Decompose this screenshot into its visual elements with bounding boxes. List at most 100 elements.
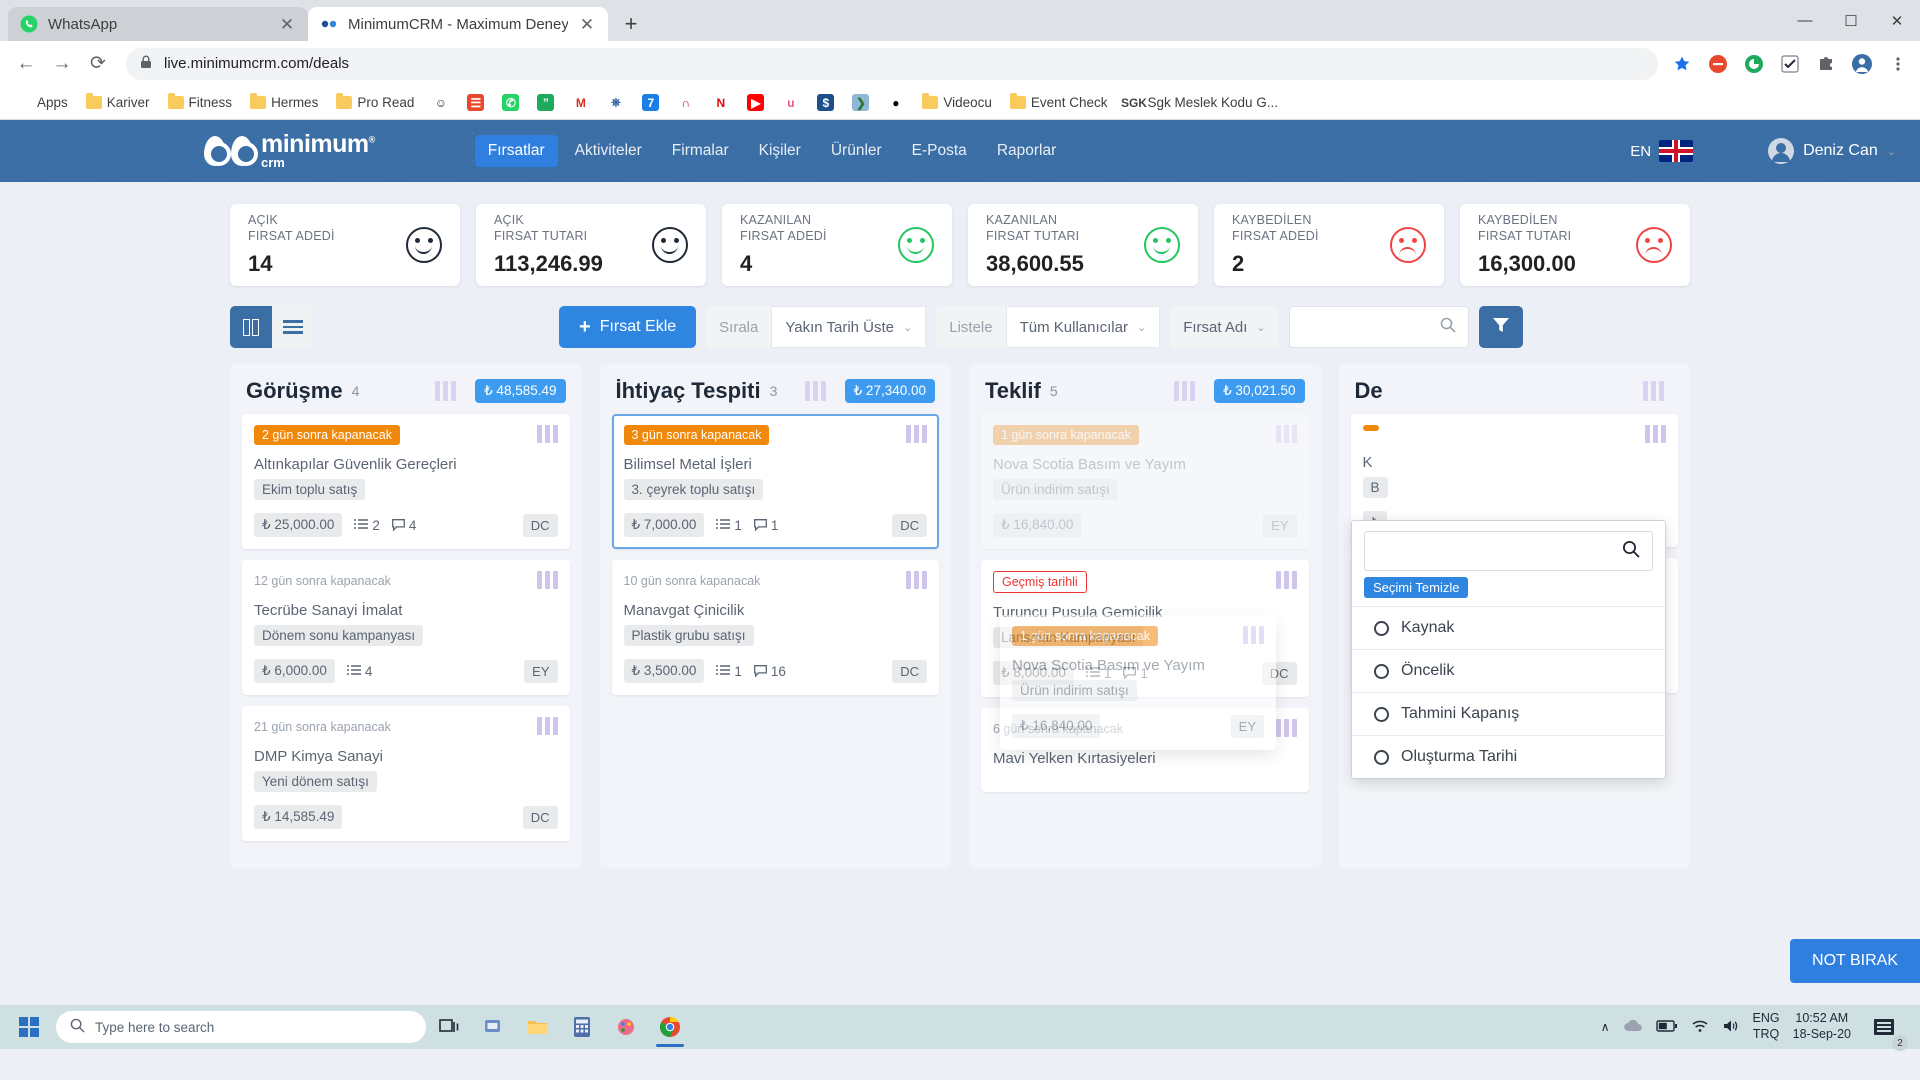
volume-icon[interactable] bbox=[1722, 1019, 1740, 1036]
bookmark-item[interactable]: Fitness bbox=[161, 92, 240, 113]
bookmark-item[interactable]: M bbox=[565, 91, 596, 114]
column-drag-handle-icon[interactable] bbox=[1174, 381, 1196, 401]
battery-icon[interactable] bbox=[1655, 1019, 1678, 1035]
notifications-button[interactable]: 2 bbox=[1864, 1007, 1908, 1051]
browser-tab-whatsapp[interactable]: WhatsApp ✕ bbox=[8, 7, 308, 41]
radio-icon[interactable] bbox=[1374, 749, 1389, 765]
column-drag-handle-icon[interactable] bbox=[804, 381, 826, 401]
bookmark-item[interactable]: u bbox=[775, 91, 806, 114]
add-deal-button[interactable]: + Fırsat Ekle bbox=[559, 306, 697, 348]
bookmark-item[interactable]: N bbox=[705, 91, 736, 114]
bookmark-item[interactable]: ✆ bbox=[495, 91, 526, 114]
list-control[interactable]: Listele Tüm Kullanıcılar ⌄ bbox=[936, 306, 1161, 348]
radio-icon[interactable] bbox=[1374, 706, 1389, 722]
drag-handle-icon[interactable] bbox=[906, 425, 927, 443]
user-menu[interactable]: Deniz Can ⌄ bbox=[1768, 138, 1896, 164]
wifi-icon[interactable] bbox=[1691, 1019, 1709, 1036]
field-value[interactable]: Fırsat Adı ⌄ bbox=[1170, 306, 1279, 348]
column-drag-handle-icon[interactable] bbox=[435, 381, 457, 401]
drag-handle-icon[interactable] bbox=[1243, 626, 1264, 644]
drag-handle-icon[interactable] bbox=[536, 717, 558, 735]
drag-handle-icon[interactable] bbox=[1645, 425, 1666, 443]
nav-item-4[interactable]: Ürünler bbox=[818, 135, 895, 167]
task-view-icon[interactable] bbox=[430, 1007, 470, 1047]
nav-item-0[interactable]: Fırsatlar bbox=[474, 135, 558, 167]
bookmark-item[interactable]: Kariver bbox=[79, 92, 157, 113]
crm-logo[interactable]: minimum® crm bbox=[204, 131, 375, 169]
bookmark-item[interactable]: ☰ bbox=[460, 91, 491, 114]
menu-icon[interactable] bbox=[1886, 52, 1910, 76]
bookmark-item[interactable]: 7 bbox=[635, 91, 666, 114]
radio-icon[interactable] bbox=[1374, 663, 1389, 679]
extension-green-icon[interactable] bbox=[1742, 52, 1766, 76]
drag-handle-icon[interactable] bbox=[1275, 425, 1297, 443]
drag-handle-icon[interactable] bbox=[906, 571, 927, 589]
deal-card[interactable]: 2 gün sonra kapanacak Altınkapılar Güvenl… bbox=[242, 414, 570, 549]
bookmark-item[interactable]: Pro Read bbox=[329, 92, 421, 113]
profile-icon[interactable] bbox=[1850, 52, 1874, 76]
language-selector[interactable]: EN bbox=[1630, 140, 1694, 162]
teams-icon[interactable] bbox=[474, 1007, 514, 1047]
list-view-button[interactable] bbox=[272, 306, 314, 348]
chrome-icon[interactable] bbox=[650, 1007, 690, 1047]
dragging-deal-card[interactable]: 1 gün sonra kapanacak Nova Scotia Basım … bbox=[1000, 615, 1276, 750]
bookmark-item[interactable]: ⎈ bbox=[600, 91, 631, 114]
explorer-icon[interactable] bbox=[518, 1007, 558, 1047]
filter-option[interactable]: Oluşturma Tarihi bbox=[1352, 735, 1665, 778]
taskbar-search-input[interactable]: Type here to search bbox=[56, 1011, 426, 1043]
reload-icon[interactable]: ⟳ bbox=[82, 48, 114, 80]
radio-icon[interactable] bbox=[1374, 620, 1389, 636]
bookmark-item[interactable]: ❯ bbox=[845, 91, 876, 114]
bookmark-item[interactable]: Videocu bbox=[915, 92, 999, 113]
sort-value[interactable]: Yakın Tarih Üste ⌄ bbox=[771, 306, 927, 348]
window-close-button[interactable]: ✕ bbox=[1874, 0, 1920, 41]
address-bar[interactable]: live.minimumcrm.com/deals bbox=[126, 47, 1658, 80]
leave-note-button[interactable]: NOT BIRAK bbox=[1790, 939, 1920, 983]
forward-icon[interactable]: → bbox=[46, 48, 78, 80]
keyboard-language[interactable]: ENG TRQ bbox=[1753, 1011, 1780, 1042]
filter-option[interactable]: Tahmini Kapanış bbox=[1352, 692, 1665, 735]
deal-card[interactable]: 21 gün sonra kapanacak DMP Kimya Sanayi Ye… bbox=[242, 706, 570, 841]
bookmark-item[interactable]: ” bbox=[530, 91, 561, 114]
checklist-icon[interactable] bbox=[1778, 52, 1802, 76]
minimize-button[interactable]: — bbox=[1782, 0, 1828, 41]
drag-handle-icon[interactable] bbox=[536, 425, 558, 443]
browser-tab-minimumcrm[interactable]: MinimumCRM - Maximum Deney ✕ bbox=[308, 7, 608, 41]
maximize-button[interactable]: ☐ bbox=[1828, 0, 1874, 41]
nav-item-5[interactable]: E-Posta bbox=[899, 135, 980, 167]
bookmark-item[interactable]: SGK Sgk Meslek Kodu G... bbox=[1118, 91, 1285, 114]
close-icon[interactable]: ✕ bbox=[578, 15, 596, 33]
nav-item-6[interactable]: Raporlar bbox=[984, 135, 1069, 167]
filter-button[interactable] bbox=[1478, 306, 1523, 348]
bookmark-item[interactable]: ☺ bbox=[425, 91, 456, 114]
bookmark-item[interactable]: ● bbox=[880, 91, 911, 114]
clear-selection-button[interactable]: Seçimi Temizle bbox=[1364, 577, 1469, 598]
drag-handle-icon[interactable] bbox=[536, 571, 558, 589]
list-value[interactable]: Tüm Kullanıcılar ⌄ bbox=[1005, 306, 1161, 348]
bookmark-item[interactable]: Apps bbox=[8, 91, 75, 114]
deal-card[interactable]: 12 gün sonra kapanacak Tecrübe Sanayi İma… bbox=[242, 560, 570, 695]
star-icon[interactable] bbox=[1670, 52, 1694, 76]
filter-option[interactable]: Öncelik bbox=[1352, 649, 1665, 692]
filter-search-input[interactable] bbox=[1364, 531, 1653, 571]
kanban-view-button[interactable] bbox=[230, 306, 272, 348]
filter-option[interactable]: Kaynak bbox=[1352, 606, 1665, 649]
bookmark-item[interactable]: ▶ bbox=[740, 91, 771, 114]
bookmark-item[interactable]: Hermes bbox=[243, 92, 325, 113]
sort-control[interactable]: Sırala Yakın Tarih Üste ⌄ bbox=[706, 306, 927, 348]
cloud-icon[interactable] bbox=[1623, 1019, 1643, 1036]
nav-item-1[interactable]: Aktiviteler bbox=[562, 135, 655, 167]
nav-item-3[interactable]: Kişiler bbox=[746, 135, 814, 167]
puzzle-icon[interactable] bbox=[1814, 52, 1838, 76]
search-input[interactable] bbox=[1288, 306, 1469, 348]
close-icon[interactable]: ✕ bbox=[278, 15, 296, 33]
calculator-icon[interactable] bbox=[562, 1007, 602, 1047]
nav-item-2[interactable]: Firmalar bbox=[659, 135, 742, 167]
bookmark-item[interactable]: Event Check bbox=[1003, 92, 1115, 113]
deal-card[interactable]: 3 gün sonra kapanacak Bilimsel Metal İşle… bbox=[611, 414, 939, 549]
column-drag-handle-icon[interactable] bbox=[1643, 381, 1664, 401]
bookmark-item[interactable]: ∩ bbox=[670, 91, 701, 114]
clock[interactable]: 10:52 AM 18-Sep-20 bbox=[1793, 1011, 1851, 1042]
bookmark-item[interactable]: $ bbox=[810, 91, 841, 114]
deal-card[interactable]: 1 gün sonra kapanacak Nova Scotia Basım v… bbox=[981, 414, 1309, 549]
